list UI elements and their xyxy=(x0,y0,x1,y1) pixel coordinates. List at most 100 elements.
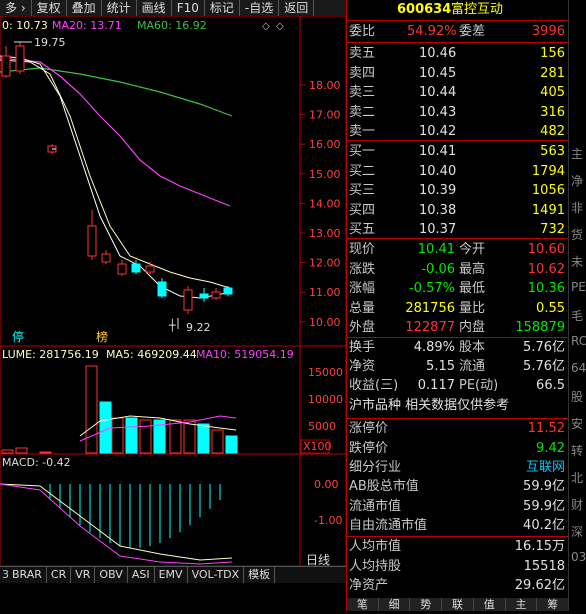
price-axis-label: 12.00 xyxy=(309,257,341,270)
price-axis-label: 17.00 xyxy=(309,109,341,122)
ask-price[interactable]: 10.44 xyxy=(419,83,456,103)
volume-bar xyxy=(197,423,210,454)
ask-price[interactable]: 10.42 xyxy=(419,122,456,142)
strip-label: 非 xyxy=(571,201,584,215)
chart-area[interactable]: 0: 10.73 MA20: 13.71 MA60: 16.92 ◇ ◇ 18.… xyxy=(0,15,347,611)
stat-value: 158879 xyxy=(515,320,565,335)
indicator-tab-4[interactable]: ASI xyxy=(128,567,155,583)
day-line-button[interactable]: 日线 xyxy=(300,550,346,567)
bid-price[interactable]: 10.38 xyxy=(419,201,456,221)
ma5-legend: 0: 10.73 xyxy=(2,19,48,32)
toolbar-item-4[interactable]: 画线 xyxy=(137,0,172,16)
toolbar-item-0[interactable]: 多 › xyxy=(0,0,32,16)
diamond-icon[interactable]: ◇ xyxy=(262,21,270,32)
volume-axis-label: 10000 xyxy=(308,393,343,406)
bid-volume: 1491 xyxy=(531,202,565,218)
volume-bar xyxy=(111,417,124,454)
diamond-icon-2[interactable]: ◇ xyxy=(276,21,284,32)
toolbar-item-5[interactable]: F10 xyxy=(172,0,205,16)
toolbar-item-6[interactable]: 标记 xyxy=(205,0,240,16)
indicator-tab-6[interactable]: VOL-TDX xyxy=(188,567,245,583)
bid-price[interactable]: 10.39 xyxy=(419,181,456,201)
volume-bar xyxy=(99,401,112,454)
fundamental-row: 净资 5.15 流通 5.76亿 xyxy=(347,357,569,377)
price-axis-label: 13.00 xyxy=(309,227,341,240)
volume-bar xyxy=(15,447,28,454)
candle xyxy=(1,55,11,77)
volume-axis-label: 15000 xyxy=(308,366,343,379)
fundamental-row: 换手 4.89% 股本 5.76亿 xyxy=(347,338,569,358)
strip-label: 净 xyxy=(571,174,584,188)
candle xyxy=(15,45,25,72)
toolbar-item-1[interactable]: 复权 xyxy=(32,0,67,16)
kline-chart-svg[interactable]: 0: 10.73 MA20: 13.71 MA60: 16.92 ◇ ◇ 18.… xyxy=(0,15,347,611)
ask-volume: 156 xyxy=(540,46,565,61)
strip-label: RC xyxy=(571,334,586,348)
ask-row: 卖五 10.46 156 xyxy=(347,44,569,64)
ask-row: 卖三 10.44 405 xyxy=(347,83,569,103)
indicator-tab-7[interactable]: 模板 xyxy=(244,567,276,583)
bid-price[interactable]: 10.41 xyxy=(419,142,456,162)
candle xyxy=(131,263,141,273)
strip-label: 64 xyxy=(571,361,586,375)
strip-label: 安 xyxy=(571,417,584,431)
panel-tab-2[interactable]: 势 xyxy=(410,598,443,611)
strip-label: 货 xyxy=(571,228,584,242)
indicator-tab-3[interactable]: OBV xyxy=(95,567,128,583)
bid-row: 买一 10.41 563 xyxy=(347,142,569,162)
panel-tab-5[interactable]: 主 xyxy=(505,598,538,611)
strip-label: 主 xyxy=(571,147,584,161)
panel-tab-1[interactable]: 细 xyxy=(378,598,411,611)
ask-volume: 281 xyxy=(540,65,565,81)
bid-label: 买二 xyxy=(349,163,376,179)
per-cap-label: 人均市值 xyxy=(349,539,402,554)
indicator-tab-1[interactable]: CR xyxy=(47,567,72,583)
strip-label: 转 xyxy=(571,444,584,458)
volume-unit: X100 xyxy=(303,440,332,453)
stat-label: 涨跌 xyxy=(349,261,376,277)
per-cap-value: 16.15万 xyxy=(514,539,565,554)
bid-price[interactable]: 10.40 xyxy=(419,162,456,182)
ask-price[interactable]: 10.46 xyxy=(419,44,456,64)
fund-value: 5.76亿 xyxy=(523,359,565,374)
ask-volume: 482 xyxy=(540,124,565,139)
stat-value: -0.57% xyxy=(409,281,455,296)
candle xyxy=(117,263,127,275)
price-pane xyxy=(0,15,347,347)
indicator-tab-2[interactable]: VR xyxy=(71,567,96,583)
stat-value: 122877 xyxy=(405,320,455,335)
bid-price[interactable]: 10.37 xyxy=(419,220,456,240)
ask-price[interactable]: 10.45 xyxy=(419,64,456,84)
bid-label: 买一 xyxy=(349,144,376,159)
volume-bar xyxy=(225,435,238,454)
chart-toolbar: 多 › 复权 叠加 统计 画线 F10 标记 -自选 返回 xyxy=(0,0,346,17)
stat-value: 0.55 xyxy=(536,300,565,316)
indicator-tab-5[interactable]: EMV xyxy=(155,567,188,583)
volume-axis-label: 5000 xyxy=(308,420,336,433)
toolbar-item-2[interactable]: 叠加 xyxy=(67,0,102,16)
panel-tab-6[interactable]: 筹 xyxy=(537,598,570,611)
quote-stat-row: 涨跌 -0.06 最高 10.62 xyxy=(347,260,569,280)
toolbar-item-8[interactable]: 返回 xyxy=(279,0,315,16)
toolbar-item-3[interactable]: 统计 xyxy=(102,0,137,16)
price-axis-label: 15.00 xyxy=(309,168,341,181)
ma20-legend: MA20: 13.71 xyxy=(52,19,122,32)
weibi-row: 委比 54.92% 委差 3996 xyxy=(347,22,569,42)
limit-value: 11.52 xyxy=(527,421,565,436)
cap-label: 自由流通市值 xyxy=(349,518,428,533)
quote-panel: 600634 富控互动 委比 54.92% 委差 3996 卖五 10.46 156… xyxy=(346,0,570,611)
industry-value[interactable]: 互联网 xyxy=(526,458,565,478)
indicator-tabs: 3 BRAR CR VR OBV ASI EMV VOL-TDX 模板 xyxy=(0,566,346,583)
toolbar-item-7[interactable]: -自选 xyxy=(240,0,280,16)
panel-tab-4[interactable]: 值 xyxy=(473,598,506,611)
stat-value: 281756 xyxy=(405,300,455,316)
high-marker: 19.75 xyxy=(34,36,66,49)
indicator-tab-0[interactable]: BRAR xyxy=(8,567,47,583)
panel-tab-3[interactable]: 联 xyxy=(442,598,474,611)
fund-label: 股本 xyxy=(459,340,486,355)
cap-value: 40.2亿 xyxy=(523,518,565,533)
ask-price[interactable]: 10.43 xyxy=(419,103,456,123)
ask-label: 卖三 xyxy=(349,85,376,100)
panel-tab-0[interactable]: 笔 xyxy=(347,598,379,611)
ask-label: 卖四 xyxy=(349,65,376,81)
